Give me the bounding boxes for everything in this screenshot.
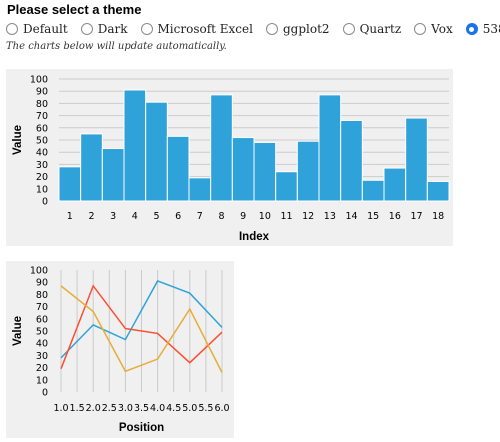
x-tick-label: 11 [280, 211, 292, 222]
bar [340, 119, 363, 202]
x-tick-label: 16 [389, 211, 401, 222]
bar [318, 94, 342, 202]
bar [210, 94, 233, 202]
x-tick-label: 9 [240, 211, 246, 222]
x-tick-label: 1 [67, 211, 73, 222]
bar [231, 137, 255, 202]
bar [80, 133, 103, 202]
y-tick-label: 40 [36, 339, 48, 350]
x-axis-title: Position [119, 422, 164, 434]
x-axis-title: Index [239, 231, 270, 243]
bar [188, 177, 212, 202]
x-tick-label: 5.0 [182, 403, 197, 414]
y-tick-label: 20 [36, 363, 48, 374]
x-tick-label: 13 [324, 211, 336, 222]
x-tick-label: 3.0 [118, 403, 133, 414]
x-tick-label: 2.0 [86, 403, 101, 414]
y-tick-label: 80 [36, 99, 48, 110]
y-tick-label: 0 [42, 197, 48, 208]
x-tick-label: 8 [218, 211, 224, 222]
x-tick-label: 15 [367, 211, 379, 222]
y-tick-label: 10 [36, 184, 48, 195]
bar-chart: 01020304050607080901001 2 3 4 5 6 7 8 9 10 11 12 13 1… [6, 69, 453, 246]
y-tick-label: 30 [36, 160, 48, 171]
y-tick-label: 40 [36, 148, 48, 159]
x-tick-label: 17 [410, 211, 422, 222]
x-tick-label: 5.5 [198, 403, 213, 414]
bar [166, 135, 190, 202]
y-axis-title: Value [12, 316, 24, 346]
x-tick-label: 3.5 [134, 403, 149, 414]
x-tick-label: 2 [88, 211, 94, 222]
x-tick-label: 4 [132, 211, 138, 222]
y-tick-label: 0 [42, 388, 48, 399]
y-tick-label: 20 [36, 172, 48, 183]
bar [426, 180, 450, 202]
y-tick-label: 60 [36, 123, 48, 134]
y-tick-label: 70 [36, 111, 48, 122]
x-tick-label: 18 [432, 211, 444, 222]
y-tick-label: 100 [30, 266, 48, 277]
y-tick-label: 50 [36, 136, 48, 147]
bar [145, 101, 168, 202]
y-tick-label: 90 [36, 87, 48, 98]
x-tick-label: 6 [175, 211, 181, 222]
y-tick-label: 90 [36, 278, 48, 289]
x-tick-label: 10 [259, 211, 271, 222]
bar [405, 117, 428, 202]
bar [123, 89, 147, 202]
x-tick-label: 3 [110, 211, 116, 222]
y-tick-label: 100 [30, 75, 48, 86]
x-tick-label: 4.5 [166, 403, 181, 414]
y-tick-label: 70 [36, 302, 48, 313]
y-axis-title: Value [12, 125, 24, 155]
bar [296, 140, 320, 202]
bar [383, 167, 407, 202]
x-tick-label: 14 [345, 211, 357, 222]
x-tick-label: 1.5 [70, 403, 85, 414]
x-tick-label: 4.0 [150, 403, 165, 414]
x-tick-label: 12 [302, 211, 314, 222]
x-tick-label: 1.0 [53, 403, 68, 414]
y-tick-label: 50 [36, 327, 48, 338]
bar [253, 141, 277, 202]
y-tick-label: 10 [36, 375, 48, 386]
x-tick-label: 6.0 [214, 403, 229, 414]
line-chart: 1.0 1.5 2.0 2.5 3.0 3.5 4.0 4.5 5.0 5.5 6.0 0 102030… [6, 261, 234, 438]
y-tick-label: 80 [36, 290, 48, 301]
y-tick-label: 60 [36, 314, 48, 325]
x-tick-label: 7 [197, 211, 203, 222]
bar [101, 148, 125, 202]
bar [275, 171, 298, 202]
y-tick-label: 30 [36, 351, 48, 362]
bar [58, 166, 82, 202]
bar [361, 179, 385, 202]
x-tick-label: 5 [153, 211, 159, 222]
charts-canvas: 01020304050607080901001 2 3 4 5 6 7 8 9 10 11 12 13 1… [6, 69, 453, 438]
x-tick-label: 2.5 [102, 403, 117, 414]
